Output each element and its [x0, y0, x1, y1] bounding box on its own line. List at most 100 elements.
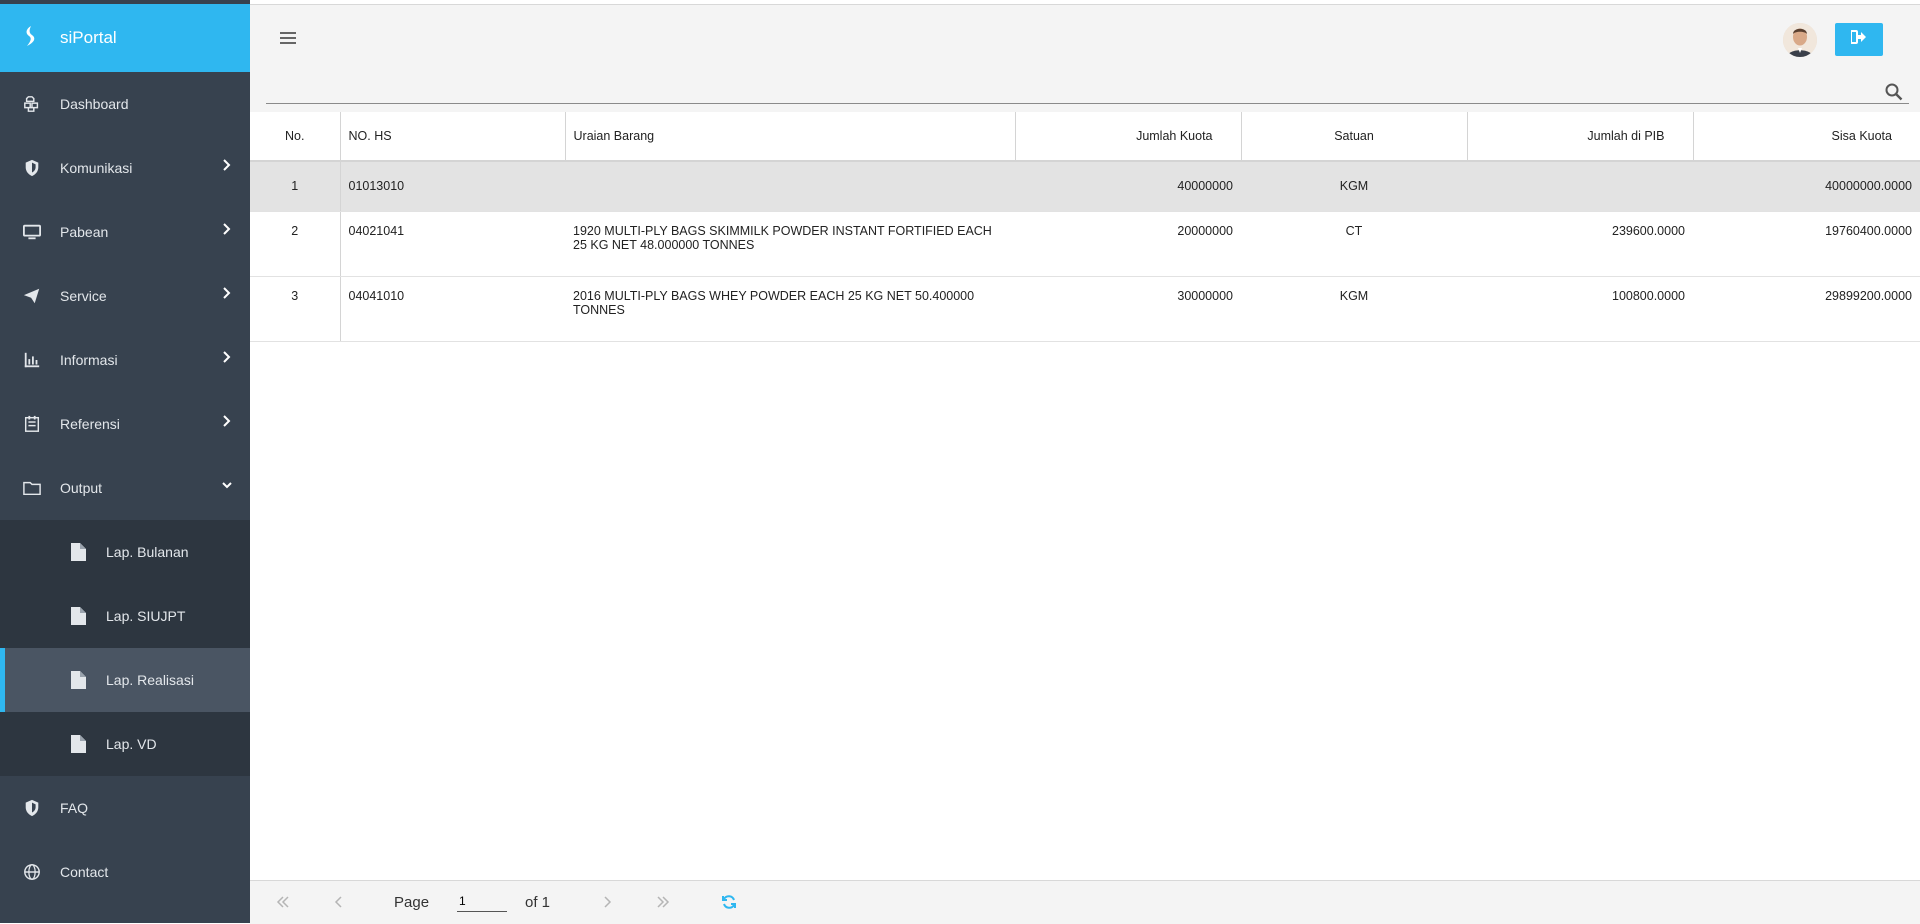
- chevron-right-icon: [222, 350, 232, 366]
- hamburger-menu-icon[interactable]: [280, 31, 296, 45]
- sidebar-item-faq[interactable]: FAQ: [0, 776, 250, 840]
- sidebar-item-pabean[interactable]: Pabean: [0, 200, 250, 264]
- sidebar-item-service[interactable]: Service: [0, 264, 250, 328]
- page-number-input[interactable]: [457, 891, 507, 912]
- cell-uraian: [565, 161, 1015, 212]
- next-page-icon[interactable]: [598, 893, 616, 911]
- realisasi-table: No. NO. HS Uraian Barang Jumlah Kuota Sa…: [250, 112, 1920, 342]
- file-icon: [68, 542, 88, 562]
- sidebar-item-informasi[interactable]: Informasi: [0, 328, 250, 392]
- sidebar-item-contact[interactable]: Contact: [0, 840, 250, 904]
- cell-uraian: 2016 MULTI-PLY BAGS WHEY POWDER EACH 25 …: [565, 276, 1015, 342]
- refresh-icon[interactable]: [720, 893, 738, 911]
- output-submenu: Lap. Bulanan Lap. SIUJPT Lap. Realisasi …: [0, 520, 250, 776]
- column-header[interactable]: NO. HS: [340, 112, 566, 162]
- file-icon: [68, 670, 88, 690]
- cell-satuan: CT: [1241, 211, 1467, 277]
- search-input[interactable]: [266, 103, 1909, 104]
- cell-hs: 04041010: [340, 276, 565, 342]
- sidebar-item-label: Service: [60, 288, 107, 304]
- cell-uraian: 1920 MULTI-PLY BAGS SKIMMILK POWDER INST…: [565, 211, 1015, 277]
- globe-icon: [22, 862, 42, 882]
- chevron-right-icon: [222, 286, 232, 302]
- search-icon[interactable]: [1885, 83, 1903, 101]
- cell-kuota: 20000000: [1015, 211, 1241, 277]
- monitor-icon: [22, 222, 42, 242]
- column-header[interactable]: Jumlah di PIB: [1467, 112, 1694, 162]
- column-header[interactable]: Uraian Barang: [565, 112, 1016, 162]
- sidebar-item-label: Komunikasi: [60, 160, 133, 176]
- cell-kuota: 40000000: [1015, 161, 1241, 212]
- cell-sisa: 29899200.0000: [1693, 276, 1920, 342]
- sidebar-item-lap-realisasi[interactable]: Lap. Realisasi: [0, 648, 250, 712]
- sidebar-item-lap-siujpt[interactable]: Lap. SIUJPT: [0, 584, 250, 648]
- cell-hs: 01013010: [340, 161, 565, 212]
- sidebar-item-label: Lap. Realisasi: [106, 672, 194, 688]
- bar-chart-icon: [22, 350, 42, 370]
- last-page-icon[interactable]: [654, 893, 672, 911]
- cell-satuan: KGM: [1241, 276, 1467, 342]
- brand-name: siPortal: [60, 28, 117, 47]
- sidebar-item-label: FAQ: [60, 800, 89, 816]
- brand[interactable]: siPortal: [0, 4, 250, 72]
- sidebar-item-dashboard[interactable]: Dashboard: [0, 72, 250, 136]
- sidebar-item-label: Contact: [60, 864, 109, 880]
- file-icon: [68, 606, 88, 626]
- sidebar: siPortal Dashboard Komunikasi Pabean Ser…: [0, 0, 250, 923]
- column-header[interactable]: Jumlah Kuota: [1015, 112, 1242, 162]
- sidebar-item-lap-vd[interactable]: Lap. VD: [0, 712, 250, 776]
- column-header[interactable]: Sisa Kuota: [1693, 112, 1920, 162]
- page-count-label: of 1: [525, 894, 551, 911]
- cell-pib: 100800.0000: [1467, 276, 1693, 342]
- sidebar-item-label: Informasi: [60, 352, 118, 368]
- avatar[interactable]: [1783, 23, 1817, 57]
- data-grid: No. NO. HS Uraian Barang Jumlah Kuota Sa…: [250, 112, 1920, 342]
- column-header[interactable]: Satuan: [1241, 112, 1468, 162]
- cell-sisa: 19760400.0000: [1693, 211, 1920, 277]
- sidebar-item-label: Pabean: [60, 224, 109, 240]
- chevron-right-icon: [222, 158, 232, 174]
- previous-page-icon[interactable]: [330, 893, 348, 911]
- cell-pib: [1467, 161, 1693, 212]
- shield-icon: [22, 158, 42, 178]
- cell-sisa: 40000000.0000: [1693, 161, 1920, 212]
- table-row[interactable]: 3 04041010 2016 MULTI-PLY BAGS WHEY POWD…: [250, 276, 1920, 342]
- table-row[interactable]: 1 01013010 40000000 KGM 40000000.0000: [250, 161, 1920, 212]
- sidebar-item-komunikasi[interactable]: Komunikasi: [0, 136, 250, 200]
- cell-hs: 04021041: [340, 211, 565, 277]
- sidebar-item-referensi[interactable]: Referensi: [0, 392, 250, 456]
- cell-no: 1: [250, 161, 341, 212]
- folder-icon: [22, 478, 42, 498]
- sidebar-item-label: Lap. SIUJPT: [106, 608, 186, 624]
- logout-button[interactable]: [1835, 23, 1883, 56]
- chevron-down-icon: [222, 478, 232, 494]
- sidebar-item-label: Lap. Bulanan: [106, 544, 189, 560]
- siportal-logo-icon: [22, 25, 40, 52]
- calendar-icon: [22, 414, 42, 434]
- table-row[interactable]: 2 04021041 1920 MULTI-PLY BAGS SKIMMILK …: [250, 211, 1920, 277]
- pagination-bar: Page of 1: [250, 880, 1920, 924]
- column-header[interactable]: No.: [250, 112, 341, 162]
- sidebar-item-lap-bulanan[interactable]: Lap. Bulanan: [0, 520, 250, 584]
- sidebar-item-output[interactable]: Output: [0, 456, 250, 520]
- table-header-row: No. NO. HS Uraian Barang Jumlah Kuota Sa…: [250, 112, 1920, 162]
- file-icon: [68, 734, 88, 754]
- chevron-right-icon: [222, 414, 232, 430]
- main-content: No. NO. HS Uraian Barang Jumlah Kuota Sa…: [250, 0, 1920, 924]
- cubes-icon: [22, 94, 42, 114]
- sidebar-item-label: Referensi: [60, 416, 120, 432]
- cell-no: 2: [250, 211, 341, 277]
- sign-out-icon: [1850, 30, 1867, 49]
- paper-plane-icon: [22, 286, 42, 306]
- cell-kuota: 30000000: [1015, 276, 1241, 342]
- sidebar-item-label: Output: [60, 480, 103, 496]
- sidebar-item-label: Dashboard: [60, 96, 129, 112]
- shield-icon: [22, 798, 42, 818]
- sidebar-item-label: Lap. VD: [106, 736, 157, 752]
- cell-no: 3: [250, 276, 341, 342]
- cell-satuan: KGM: [1241, 161, 1467, 212]
- cell-pib: 239600.0000: [1467, 211, 1693, 277]
- first-page-icon[interactable]: [274, 893, 292, 911]
- top-header: [250, 4, 1920, 113]
- page-label: Page: [394, 894, 430, 911]
